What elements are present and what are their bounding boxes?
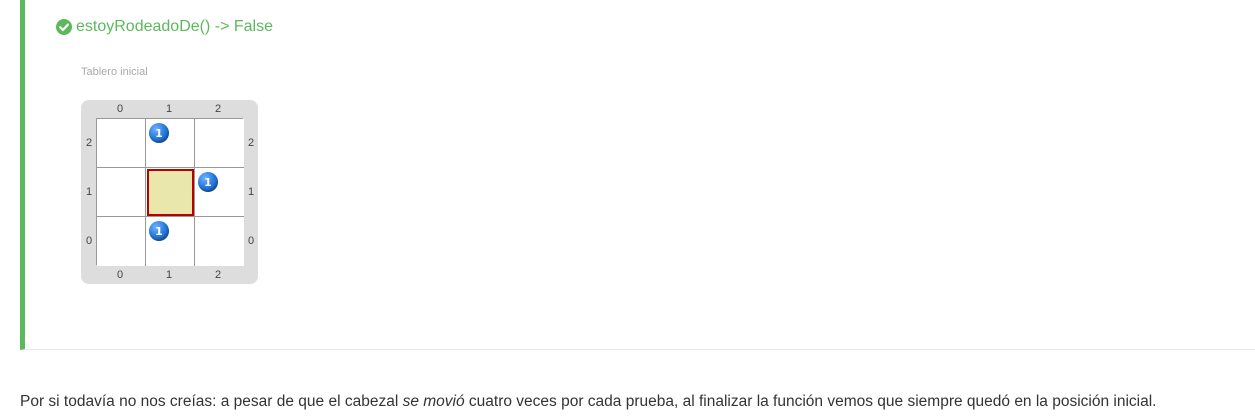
- blue-ball: 1: [198, 172, 218, 192]
- board: 0 1 2 0 1 2 2 1 0 2 1 0 1 1 1: [81, 100, 258, 284]
- column-label-top: 2: [214, 103, 222, 115]
- column-label-bottom: 1: [165, 269, 173, 281]
- board-caption: Tablero inicial: [81, 66, 148, 78]
- board-cell: [195, 119, 244, 168]
- test-result-block: estoyRodeadoDe() -> False Tablero inicia…: [20, 0, 1255, 350]
- paragraph-emphasis: se movió: [402, 392, 465, 410]
- column-label-top: 1: [165, 103, 173, 115]
- row-label-left: 0: [85, 235, 93, 247]
- board-cell: [195, 217, 244, 266]
- column-label-top: 0: [116, 103, 124, 115]
- row-label-right: 0: [247, 235, 255, 247]
- explanation-paragraph: Por si todavía no nos creías: a pesar de…: [20, 393, 1156, 411]
- test-result-label: estoyRodeadoDe() -> False: [76, 18, 273, 35]
- column-label-bottom: 0: [116, 269, 124, 281]
- row-label-right: 2: [247, 137, 255, 149]
- blue-ball: 1: [149, 221, 169, 241]
- test-result-title: estoyRodeadoDe() -> False: [56, 16, 273, 38]
- board-cell: [97, 168, 146, 217]
- board-cell: [97, 119, 146, 168]
- row-label-left: 2: [85, 137, 93, 149]
- board-grid: 1 1 1: [96, 118, 244, 266]
- row-label-left: 1: [85, 186, 93, 198]
- board-cell: 1: [195, 168, 244, 217]
- cabezal-head: [147, 169, 194, 216]
- board-cell: [97, 217, 146, 266]
- board-cell: [146, 168, 195, 217]
- blue-ball: 1: [149, 123, 169, 143]
- check-circle-icon: [56, 19, 72, 35]
- row-label-right: 1: [247, 186, 255, 198]
- paragraph-text: Por si todavía no nos creías: a pesar de…: [20, 392, 403, 410]
- paragraph-text: cuatro veces por cada prueba, al finaliz…: [464, 392, 1157, 410]
- board-cell: 1: [146, 119, 195, 168]
- board-cell: 1: [146, 217, 195, 266]
- column-label-bottom: 2: [214, 269, 222, 281]
